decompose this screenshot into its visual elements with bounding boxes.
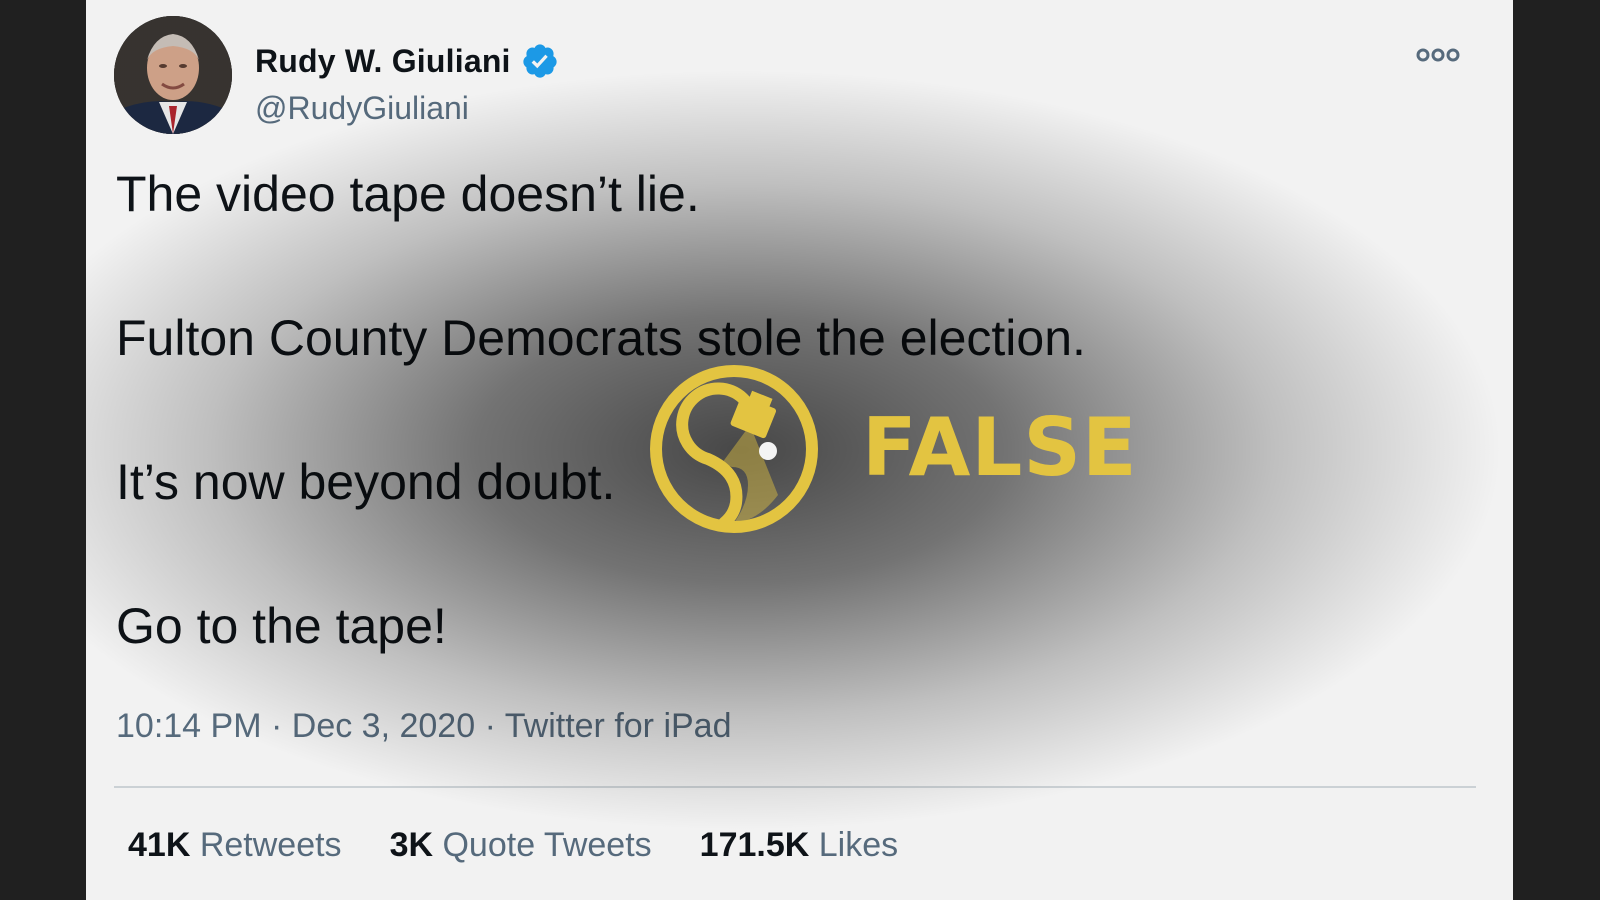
author-name-row: Rudy W. Giuliani xyxy=(255,42,559,80)
tweet-source[interactable]: Twitter for iPad xyxy=(505,707,732,745)
meta-separator: · xyxy=(484,707,496,745)
quote-tweets-count: 3K xyxy=(389,826,434,864)
rating-label: FALSE xyxy=(862,401,1138,494)
tweet-line: Fulton County Democrats stole the electi… xyxy=(116,310,1086,366)
rating-stamp: FALSE xyxy=(648,363,1137,539)
tweet-date[interactable]: Dec 3, 2020 xyxy=(292,707,475,745)
fact-check-logo-icon xyxy=(648,363,820,535)
tweet-header: Rudy W. Giuliani @RudyGiuliani xyxy=(114,16,1474,136)
likes-stat[interactable]: 171.5K Likes xyxy=(700,826,898,865)
verified-badge-icon xyxy=(521,42,559,80)
tweet-line: The video tape doesn’t lie. xyxy=(116,166,700,222)
retweets-stat[interactable]: 41K Retweets xyxy=(128,826,342,865)
author-handle[interactable]: @RudyGiuliani xyxy=(255,90,469,127)
quote-tweets-label: Quote Tweets xyxy=(442,826,652,864)
author-display-name[interactable]: Rudy W. Giuliani xyxy=(255,43,511,80)
avatar[interactable] xyxy=(114,16,232,134)
meta-separator: · xyxy=(270,707,283,745)
divider xyxy=(114,786,1476,788)
tweet-metadata: 10:14 PM · Dec 3, 2020 · Twitter for iPa… xyxy=(116,707,732,746)
retweets-label: Retweets xyxy=(199,826,342,864)
tweet-line: Go to the tape! xyxy=(116,598,447,654)
likes-label: Likes xyxy=(818,826,899,864)
profile-photo-icon xyxy=(114,16,232,134)
tweet-time[interactable]: 10:14 PM xyxy=(116,707,262,745)
tweet-stats: 41K Retweets 3K Quote Tweets 171.5K Like… xyxy=(128,826,898,865)
likes-count: 171.5K xyxy=(699,826,810,864)
more-options-icon[interactable] xyxy=(1414,40,1462,70)
quote-tweets-stat[interactable]: 3K Quote Tweets xyxy=(390,826,652,865)
retweets-count: 41K xyxy=(128,826,191,864)
tweet-card: Rudy W. Giuliani @RudyGiuliani The video… xyxy=(86,0,1513,900)
